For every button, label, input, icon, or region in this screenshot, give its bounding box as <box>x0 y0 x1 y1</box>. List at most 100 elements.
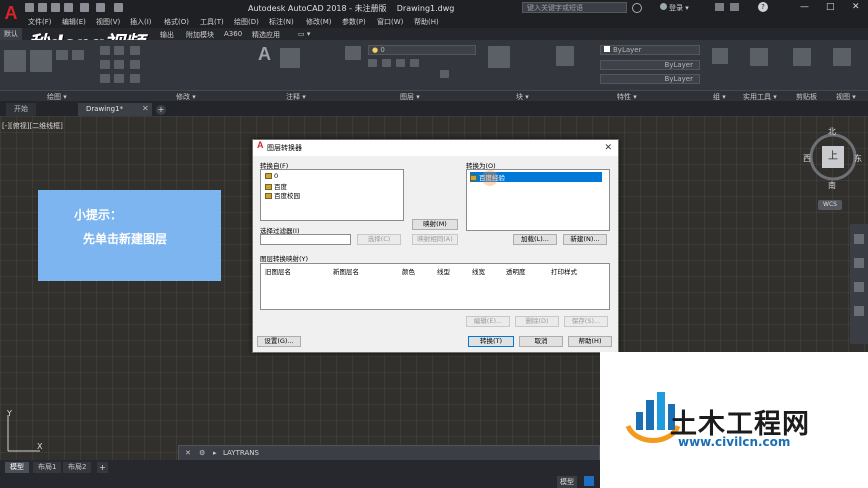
new-file-icon[interactable] <box>25 3 34 12</box>
add-layout-button[interactable]: + <box>97 462 108 473</box>
steering-wheel-icon[interactable] <box>854 234 864 244</box>
map-button[interactable]: 映射(M) <box>412 219 458 230</box>
close-command-icon[interactable]: ✕ <box>185 446 191 460</box>
layer-isolate-icon[interactable] <box>382 59 391 67</box>
tab-drawing1[interactable]: Drawing1* <box>78 103 152 116</box>
move-icon[interactable] <box>100 46 110 55</box>
measure-icon[interactable] <box>750 48 768 66</box>
menu-parameter[interactable]: 参数(P) <box>342 17 366 27</box>
redo-icon[interactable] <box>114 3 123 12</box>
translate-button[interactable]: 转换(T) <box>468 336 514 347</box>
insert-block-icon[interactable] <box>488 46 510 68</box>
save-as-icon[interactable] <box>64 3 73 12</box>
menu-window[interactable]: 窗口(W) <box>377 17 403 27</box>
layer-freeze-icon[interactable] <box>396 59 405 67</box>
line-tool-icon[interactable] <box>4 50 26 72</box>
navigation-bar[interactable] <box>850 224 868 344</box>
new-tab-button[interactable]: + <box>156 105 166 115</box>
compass-north[interactable]: 北 <box>828 126 836 137</box>
menu-format[interactable]: 格式(O) <box>164 17 189 27</box>
close-window-button[interactable]: ✕ <box>852 2 860 12</box>
pan-icon[interactable] <box>854 258 864 268</box>
search-input[interactable]: 键入关键字或短语 <box>522 2 627 13</box>
layer-match-icon[interactable] <box>440 70 449 78</box>
paste-icon[interactable] <box>793 48 811 66</box>
close-tab-icon[interactable]: ✕ <box>142 104 149 113</box>
dialog-close-button[interactable]: ✕ <box>604 140 612 156</box>
selection-filter-input[interactable] <box>260 234 351 245</box>
undo-icon[interactable] <box>96 3 105 12</box>
menu-dimension[interactable]: 标注(N) <box>269 17 294 27</box>
menu-file[interactable]: 文件(F) <box>28 17 52 27</box>
column-new-layer[interactable]: 新图层名 <box>333 266 359 276</box>
select-button[interactable]: 选择(C) <box>357 234 401 245</box>
compass-east[interactable]: 东 <box>854 153 862 164</box>
menu-insert[interactable]: 插入(I) <box>130 17 152 27</box>
dimension-tool-icon[interactable] <box>280 48 300 68</box>
tab-output[interactable]: 输出 <box>160 30 174 40</box>
arc-tool-icon[interactable] <box>72 50 84 60</box>
menu-draw[interactable]: 绘图(D) <box>234 17 259 27</box>
help-button[interactable]: 帮助(H) <box>568 336 612 347</box>
tab-a360[interactable]: A360 <box>224 30 242 38</box>
wcs-menu[interactable]: WCS <box>818 200 842 210</box>
map-same-button[interactable]: 映射相同(A) <box>412 234 458 245</box>
wrench-icon[interactable]: ⚙ <box>199 446 205 460</box>
tab-layout2[interactable]: 布局2 <box>63 462 92 473</box>
text-tool-icon[interactable]: A <box>258 44 271 65</box>
save-mapping-button[interactable]: 保存(S)... <box>564 316 608 327</box>
stretch-icon[interactable] <box>100 74 110 83</box>
save-icon[interactable] <box>51 3 60 12</box>
array-icon[interactable] <box>130 74 140 83</box>
edit-button[interactable]: 编辑(E)... <box>466 316 510 327</box>
grid-display-icon[interactable] <box>584 476 594 486</box>
search-icon[interactable] <box>632 3 642 13</box>
compass-west[interactable]: 西 <box>803 153 811 164</box>
menu-view[interactable]: 视图(V) <box>96 17 120 27</box>
column-plot-style[interactable]: 打印样式 <box>551 266 577 276</box>
list-item[interactable]: 0 <box>265 172 278 180</box>
convert-from-list[interactable]: 0 百度 百度校园 <box>260 169 404 221</box>
column-transparency[interactable]: 透明度 <box>506 266 526 276</box>
column-lineweight[interactable]: 线宽 <box>472 266 485 276</box>
layer-lock-icon[interactable] <box>410 59 419 67</box>
layer-mapping-table[interactable]: 旧图层名 新图层名 颜色 线型 线宽 透明度 打印样式 <box>260 263 610 310</box>
copy-icon[interactable] <box>100 60 110 69</box>
group-icon[interactable] <box>712 48 728 64</box>
maximize-button[interactable]: □ <box>826 2 835 12</box>
command-text[interactable]: LAYTRANS <box>223 446 259 460</box>
scale-icon[interactable] <box>114 74 124 83</box>
connect-icon[interactable] <box>730 3 739 11</box>
tab-addins[interactable]: 附加模块 <box>186 30 214 40</box>
command-line[interactable]: ✕ ⚙ ▸ LAYTRANS <box>178 445 600 461</box>
tab-featured-apps[interactable]: 精选应用 <box>252 30 280 40</box>
exchange-icon[interactable] <box>715 3 724 11</box>
tab-layout1[interactable]: 布局1 <box>33 462 62 473</box>
color-combo[interactable]: ByLayer <box>600 45 700 55</box>
polyline-tool-icon[interactable] <box>30 50 52 72</box>
layer-off-icon[interactable] <box>368 59 377 67</box>
circle-tool-icon[interactable] <box>56 50 68 60</box>
settings-button[interactable]: 设置(G)... <box>257 336 301 347</box>
linetype-combo[interactable]: ByLayer <box>600 60 700 70</box>
rotate-icon[interactable] <box>114 46 124 55</box>
fillet-icon[interactable] <box>130 60 140 69</box>
sign-in-button[interactable]: 登录 ▾ <box>660 3 689 13</box>
orbit-icon[interactable] <box>854 306 864 316</box>
list-item[interactable]: 百度校园 <box>265 190 300 200</box>
load-button[interactable]: 加载(L)... <box>513 234 557 245</box>
viewcube[interactable]: 上 北 南 西 东 <box>803 124 866 194</box>
menu-edit[interactable]: 编辑(E) <box>62 17 86 27</box>
help-icon[interactable]: ? <box>758 2 768 12</box>
delete-button[interactable]: 删除(D) <box>515 316 559 327</box>
layer-properties-icon[interactable] <box>345 46 361 60</box>
tab-model[interactable]: 模型 <box>5 462 29 473</box>
lineweight-combo[interactable]: ByLayer <box>600 74 700 84</box>
base-view-icon[interactable] <box>833 48 851 66</box>
menu-modify[interactable]: 修改(M) <box>306 17 332 27</box>
tab-home[interactable]: 默认 <box>0 28 22 40</box>
viewcube-top-face[interactable]: 上 <box>822 146 844 168</box>
open-file-icon[interactable] <box>38 3 47 12</box>
model-space-button[interactable]: 模型 <box>557 476 577 488</box>
column-linetype[interactable]: 线型 <box>437 266 450 276</box>
